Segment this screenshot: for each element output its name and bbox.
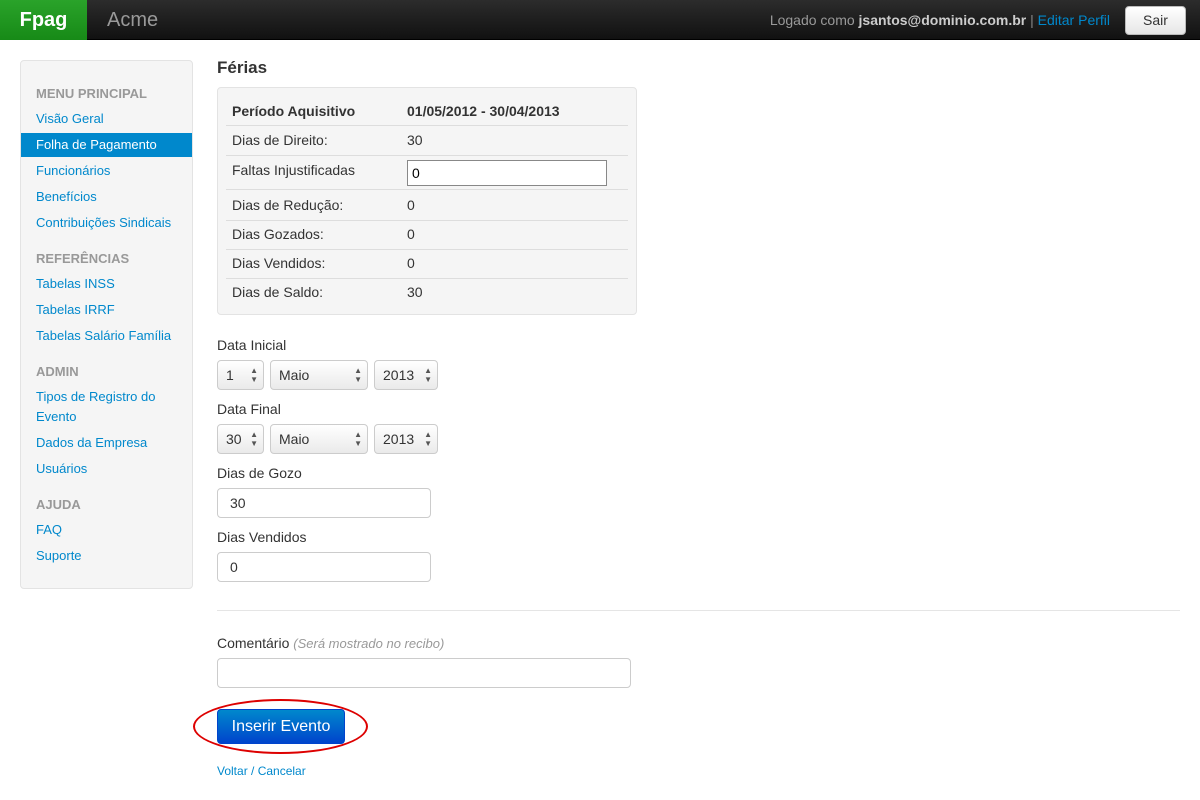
summary-value: 30 bbox=[407, 132, 423, 148]
start-date-label: Data Inicial bbox=[217, 337, 287, 353]
sidebar-item-label: Tipos de Registro do bbox=[36, 389, 156, 404]
comment-label-text: Comentário bbox=[217, 635, 290, 651]
start-month-select[interactable]: Maio ▲ ▼ bbox=[270, 360, 368, 390]
comment-label: Comentário (Será mostrado no recibo) bbox=[217, 635, 444, 651]
select-arrows-icon: ▲ ▼ bbox=[424, 430, 432, 448]
nav-separator: | bbox=[1030, 12, 1034, 28]
top-navbar: Fpag Acme Logado como jsantos@dominio.co… bbox=[0, 0, 1200, 40]
select-arrows-icon: ▲ ▼ bbox=[424, 366, 432, 384]
form-divider bbox=[217, 610, 1180, 611]
user-info: Logado como jsantos@dominio.com.br | Edi… bbox=[770, 0, 1110, 40]
summary-value: 0 bbox=[407, 197, 415, 213]
sidebar-menu: MENU PRINCIPAL Visão Geral Folha de Paga… bbox=[20, 60, 193, 589]
back-cancel-link[interactable]: Voltar / Cancelar bbox=[217, 764, 306, 778]
summary-row-faltas: Faltas Injustificadas bbox=[226, 160, 628, 190]
summary-label: Dias de Saldo: bbox=[232, 284, 324, 300]
start-day-value: 1 bbox=[226, 367, 234, 383]
insert-event-button[interactable]: Inserir Evento bbox=[217, 709, 345, 744]
summary-value: 0 bbox=[407, 255, 415, 271]
summary-label: Dias de Direito: bbox=[232, 132, 328, 148]
select-arrows-icon: ▲ ▼ bbox=[354, 366, 362, 384]
select-arrows-icon: ▲ ▼ bbox=[250, 430, 258, 448]
days-sold-input[interactable]: 0 bbox=[217, 552, 431, 582]
days-enjoy-label: Dias de Gozo bbox=[217, 465, 302, 481]
vacation-summary: Período Aquisitivo 01/05/2012 - 30/04/20… bbox=[217, 87, 637, 315]
summary-label: Dias Gozados: bbox=[232, 226, 324, 242]
comment-input[interactable] bbox=[217, 658, 631, 688]
start-year-select[interactable]: 2013 ▲ ▼ bbox=[374, 360, 438, 390]
period-label: Período Aquisitivo bbox=[232, 103, 356, 119]
end-month-value: Maio bbox=[279, 431, 310, 447]
sidebar-item-tipos-registro[interactable]: Tipos de Registro do Evento bbox=[36, 387, 155, 427]
end-month-select[interactable]: Maio ▲ ▼ bbox=[270, 424, 368, 454]
start-year-value: 2013 bbox=[383, 367, 415, 383]
sidebar-item-funcionarios[interactable]: Funcionários bbox=[36, 161, 110, 181]
sidebar-header-main: MENU PRINCIPAL bbox=[36, 86, 147, 101]
sidebar-item-dados-empresa[interactable]: Dados da Empresa bbox=[36, 433, 147, 453]
sidebar-header-referencias: REFERÊNCIAS bbox=[36, 251, 130, 266]
edit-profile-link[interactable]: Editar Perfil bbox=[1038, 12, 1110, 28]
sidebar-item-usuarios[interactable]: Usuários bbox=[36, 459, 87, 479]
end-day-select[interactable]: 30 ▲ ▼ bbox=[217, 424, 264, 454]
start-month-value: Maio bbox=[279, 367, 310, 383]
sidebar-header-ajuda: AJUDA bbox=[36, 497, 81, 512]
logged-as-text: Logado como bbox=[769, 12, 855, 28]
summary-row-dias-gozados: Dias Gozados: 0 bbox=[226, 226, 628, 250]
sidebar-item-tabelas-inss[interactable]: Tabelas INSS bbox=[36, 274, 115, 294]
summary-label: Dias Vendidos: bbox=[232, 255, 326, 271]
days-sold-label: Dias Vendidos bbox=[217, 529, 307, 545]
brand-logo[interactable]: Fpag bbox=[0, 0, 87, 40]
summary-row-dias-direito: Dias de Direito: 30 bbox=[226, 132, 628, 156]
end-date-label: Data Final bbox=[217, 401, 281, 417]
company-name: Acme bbox=[107, 9, 159, 31]
summary-label: Faltas Injustificadas bbox=[232, 162, 355, 178]
end-year-value: 2013 bbox=[383, 431, 415, 447]
select-arrows-icon: ▲ ▼ bbox=[250, 366, 258, 384]
faltas-injustificadas-input[interactable] bbox=[407, 160, 607, 186]
end-year-select[interactable]: 2013 ▲ ▼ bbox=[374, 424, 438, 454]
summary-row-period: Período Aquisitivo 01/05/2012 - 30/04/20… bbox=[226, 103, 628, 126]
sidebar-header-admin: ADMIN bbox=[36, 364, 79, 379]
summary-row-dias-vendidos: Dias Vendidos: 0 bbox=[226, 255, 628, 279]
select-arrows-icon: ▲ ▼ bbox=[354, 430, 362, 448]
days-enjoy-input[interactable]: 30 bbox=[217, 488, 431, 518]
sidebar-item-visao-geral[interactable]: Visão Geral bbox=[36, 109, 104, 129]
sidebar-item-beneficios[interactable]: Benefícios bbox=[36, 187, 97, 207]
summary-value: 0 bbox=[407, 226, 415, 242]
summary-row-dias-saldo: Dias de Saldo: 30 bbox=[226, 284, 628, 308]
summary-row-dias-reducao: Dias de Redução: 0 bbox=[226, 197, 628, 221]
sidebar-item-tabelas-salario-familia[interactable]: Tabelas Salário Família bbox=[36, 326, 171, 346]
period-value: 01/05/2012 - 30/04/2013 bbox=[407, 103, 560, 119]
sidebar-item-contribuicoes[interactable]: Contribuições Sindicais bbox=[36, 213, 171, 233]
user-email: jsantos@dominio.com.br bbox=[858, 12, 1027, 28]
summary-value: 30 bbox=[407, 284, 423, 300]
end-day-value: 30 bbox=[226, 431, 242, 447]
summary-label: Dias de Redução: bbox=[232, 197, 344, 213]
start-day-select[interactable]: 1 ▲ ▼ bbox=[217, 360, 264, 390]
sidebar-item-label: Evento bbox=[36, 409, 77, 424]
sidebar-item-faq[interactable]: FAQ bbox=[36, 520, 62, 540]
page-title: Férias bbox=[217, 58, 268, 77]
sidebar-item-folha-pagamento[interactable]: Folha de Pagamento bbox=[21, 133, 192, 157]
logout-button[interactable]: Sair bbox=[1125, 6, 1186, 35]
sidebar-item-tabelas-irrf[interactable]: Tabelas IRRF bbox=[36, 300, 115, 320]
comment-hint: (Será mostrado no recibo) bbox=[293, 636, 445, 651]
sidebar-item-suporte[interactable]: Suporte bbox=[36, 546, 82, 566]
brand-name: Fpag bbox=[19, 9, 68, 31]
